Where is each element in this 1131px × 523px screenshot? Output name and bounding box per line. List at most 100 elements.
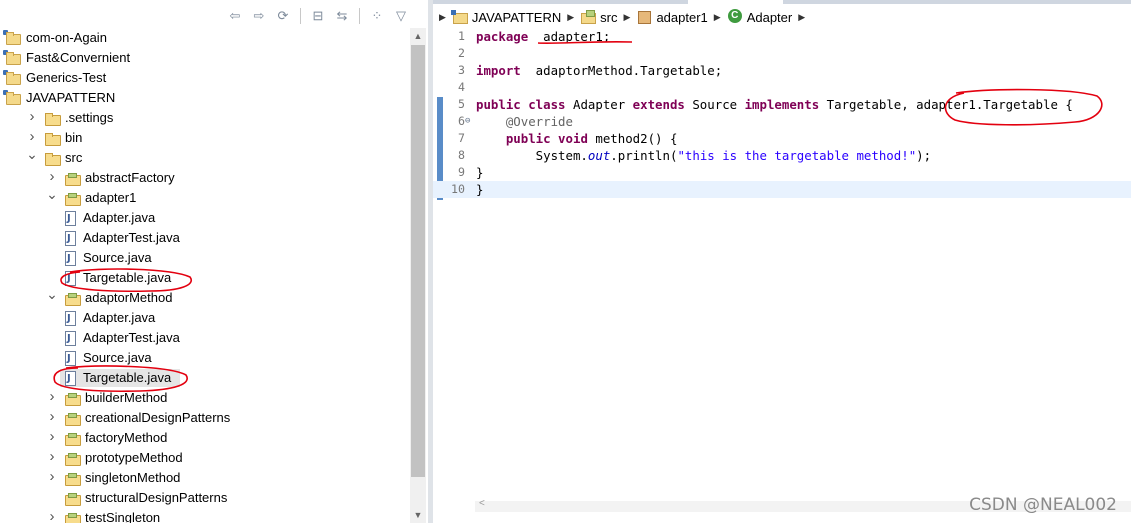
code-token: Targetable, adapter1.Targetable { [819, 97, 1073, 112]
expanded-chevron-icon[interactable]: ⌄ [26, 144, 38, 164]
tree-item-folder[interactable]: › .settings [0, 108, 410, 128]
line-number: 6 [458, 114, 465, 128]
class-icon [727, 9, 743, 25]
breadcrumb-item[interactable]: src [580, 9, 618, 25]
tree-item-folder[interactable]: › testSingleton [0, 508, 410, 523]
collapsed-chevron-icon[interactable]: › [46, 467, 58, 487]
tree-item-folder[interactable]: › creationalDesignPatterns [0, 408, 410, 428]
java-editor: ▶ JAVAPATTERN ▶ src ▶ adapter1 ▶ Adapter ▶ 1 pack… [433, 0, 1131, 523]
java-project-icon [3, 90, 21, 105]
code-area[interactable]: 1 package adapter1; 2 3 import adaptorMethod… [433, 28, 1131, 512]
keyword-token: extends [632, 97, 685, 112]
tree-item-java[interactable]: Adapter.java [0, 308, 410, 329]
refresh-icon[interactable]: ⟳ [274, 7, 292, 25]
view-menu-icon[interactable]: ▽ [392, 7, 410, 25]
collapsed-chevron-icon[interactable]: › [46, 407, 58, 427]
tree-item-folder[interactable]: ⌄ adaptorMethod [0, 286, 410, 308]
tree-item-java[interactable]: Targetable.java [0, 268, 410, 289]
tree-item-folder[interactable]: structuralDesignPatterns [0, 488, 410, 508]
breadcrumb-label: Adapter [746, 9, 793, 25]
tree-item-project[interactable]: JAVAPATTERN [0, 88, 410, 108]
code-line[interactable]: 8 System.out.println("this is the target… [433, 147, 1131, 164]
scroll-up-icon[interactable]: ▲ [410, 28, 426, 44]
tree-item-java[interactable]: AdapterTest.java [0, 228, 410, 249]
code-line[interactable]: 1 package adapter1; [433, 28, 1131, 45]
code-line[interactable]: 2 [433, 45, 1131, 62]
tree-item-folder[interactable]: ⌄ adapter1 [0, 186, 410, 208]
breadcrumb-label: JAVAPATTERN [471, 9, 562, 25]
link-with-editor-icon[interactable]: ⇆ [333, 7, 351, 25]
fold-toggle-icon[interactable]: ⊖ [465, 113, 470, 130]
scroll-thumb[interactable] [411, 45, 425, 477]
tree-item-folder[interactable]: › prototypeMethod [0, 448, 410, 468]
breadcrumb-item[interactable]: JAVAPATTERN [450, 9, 562, 25]
tree-item-folder[interactable]: › builderMethod [0, 388, 410, 408]
code-text: } [476, 181, 483, 198]
source-folder-icon [580, 9, 597, 25]
editor-tab-strip [433, 0, 1131, 4]
collapsed-chevron-icon[interactable]: › [46, 447, 58, 467]
tree-item-java[interactable]: Source.java [0, 348, 410, 369]
tree-item-label: factoryMethod [85, 430, 168, 445]
scroll-down-icon[interactable]: ▼ [410, 507, 426, 523]
breadcrumb-arrow-icon[interactable]: ▶ [624, 12, 631, 23]
code-line[interactable]: 7 public void method2() { [433, 130, 1131, 147]
tree-item-label: Targetable.java [83, 370, 172, 385]
java-project-icon [3, 50, 21, 65]
code-line[interactable]: 5 public class Adapter extends Source imp… [433, 96, 1131, 113]
package-icon [64, 411, 81, 426]
code-token: adaptorMethod.Targetable; [520, 63, 723, 78]
code-line[interactable]: 10} [433, 181, 1131, 198]
code-token: } [476, 165, 484, 180]
tree-item-label: AdapterTest.java [83, 330, 180, 345]
line-number: 10 [451, 182, 465, 196]
tree-item-label: builderMethod [85, 390, 168, 405]
code-text: public class Adapter extends Source impl… [476, 96, 1073, 113]
tree-item-project[interactable]: com-on-Again [0, 28, 410, 48]
collapsed-chevron-icon[interactable]: › [46, 507, 58, 523]
tree-item-project[interactable]: Generics-Test [0, 68, 410, 88]
breadcrumb-arrow-icon[interactable]: ▶ [714, 12, 721, 23]
tree-item-label: structuralDesignPatterns [85, 490, 228, 505]
forward-arrow-icon[interactable]: ⇨ [250, 7, 268, 25]
code-token: System. [476, 148, 588, 163]
tree-item-java[interactable]: Adapter.java [0, 208, 410, 229]
active-editor-tab[interactable] [688, 0, 783, 4]
collapsed-chevron-icon[interactable]: › [26, 107, 38, 127]
breadcrumb-arrow-icon[interactable]: ▶ [439, 12, 446, 23]
toolbar-separator [300, 8, 301, 24]
collapsed-chevron-icon[interactable]: › [46, 427, 58, 447]
tree-item-java[interactable]: Targetable.java [0, 368, 410, 389]
code-line[interactable]: 6 ⊖ @Override [433, 113, 1131, 130]
code-lines[interactable]: 1 package adapter1; 2 3 import adaptorMethod… [433, 28, 1131, 198]
annotation-token: @Override [505, 114, 573, 129]
package-icon [64, 171, 81, 186]
explorer-scrollbar[interactable]: ▲ ▼ [410, 28, 426, 523]
tree-item-folder[interactable]: ⌄ src [0, 146, 410, 168]
breadcrumb-arrow-icon[interactable]: ▶ [567, 12, 574, 23]
scroll-left-icon[interactable]: < [479, 498, 485, 509]
breadcrumb-arrow-icon[interactable]: ▶ [798, 12, 805, 23]
code-token: adapter1; [528, 29, 611, 44]
tree-item-project[interactable]: Fast&Convernient [0, 48, 410, 68]
tree-item-folder[interactable]: › abstractFactory [0, 168, 410, 188]
expanded-chevron-icon[interactable]: ⌄ [46, 184, 58, 204]
back-arrow-icon[interactable]: ⇦ [226, 7, 244, 25]
keyword-token: public class [476, 97, 566, 112]
collapsed-chevron-icon[interactable]: › [46, 387, 58, 407]
code-line[interactable]: 4 [433, 79, 1131, 96]
tree-item-java[interactable]: Source.java [0, 248, 410, 269]
tree-item-folder[interactable]: › singletonMethod [0, 468, 410, 488]
breadcrumb-item[interactable]: Adapter [727, 9, 793, 25]
line-number: 3 [458, 63, 465, 77]
expanded-chevron-icon[interactable]: ⌄ [46, 284, 58, 304]
tree-item-folder[interactable]: › bin [0, 128, 410, 148]
tree-item-java[interactable]: AdapterTest.java [0, 328, 410, 349]
code-line[interactable]: 9} [433, 164, 1131, 181]
breadcrumb-item[interactable]: adapter1 [636, 9, 708, 25]
filter-icon[interactable]: ⁘ [368, 7, 386, 25]
tree-item-folder[interactable]: › factoryMethod [0, 428, 410, 448]
tree-item-label: creationalDesignPatterns [85, 410, 231, 425]
code-line[interactable]: 3 import adaptorMethod.Targetable; [433, 62, 1131, 79]
collapse-all-icon[interactable]: ⊟ [309, 7, 327, 25]
